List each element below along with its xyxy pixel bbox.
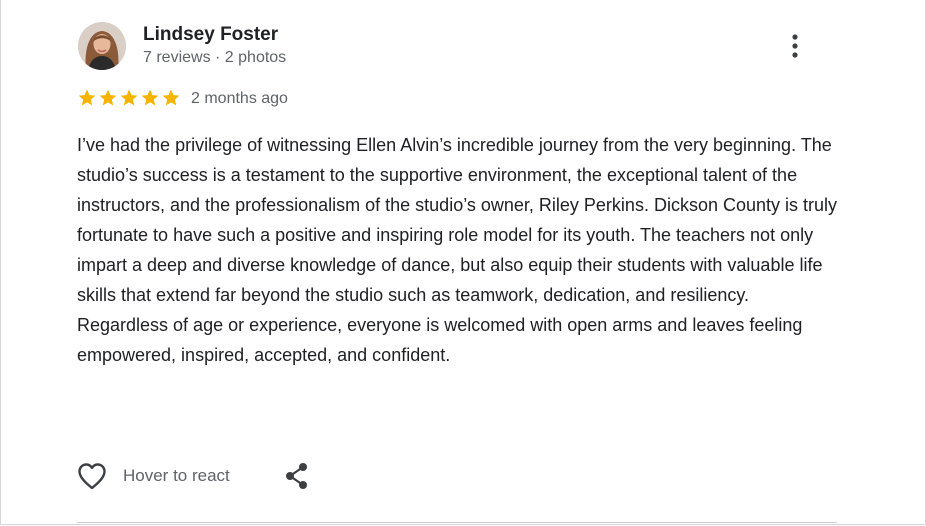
more-options-button[interactable]	[781, 32, 809, 60]
star-icon	[99, 89, 117, 106]
star-icon	[120, 89, 138, 106]
reviewer-meta: 7 reviews · 2 photos	[143, 49, 287, 66]
star-icon	[78, 89, 96, 106]
heart-outline-icon	[78, 463, 106, 490]
review-date: 2 months ago	[191, 90, 288, 107]
avatar[interactable]	[78, 22, 126, 70]
react-label: Hover to react	[123, 466, 230, 485]
star-icon	[162, 89, 180, 106]
share-icon	[286, 463, 307, 489]
share-button[interactable]	[283, 461, 311, 491]
star-rating	[77, 88, 181, 110]
react-button[interactable]: Hover to react	[77, 460, 230, 492]
review-card: Lindsey Foster 7 reviews · 2 photos 2 mo…	[0, 0, 926, 525]
divider	[77, 522, 837, 523]
more-vertical-icon	[792, 34, 798, 58]
review-text: I’ve had the privilege of witnessing Ell…	[77, 135, 837, 365]
star-icon	[141, 89, 159, 106]
reviewer-name[interactable]: Lindsey Foster	[143, 24, 278, 46]
